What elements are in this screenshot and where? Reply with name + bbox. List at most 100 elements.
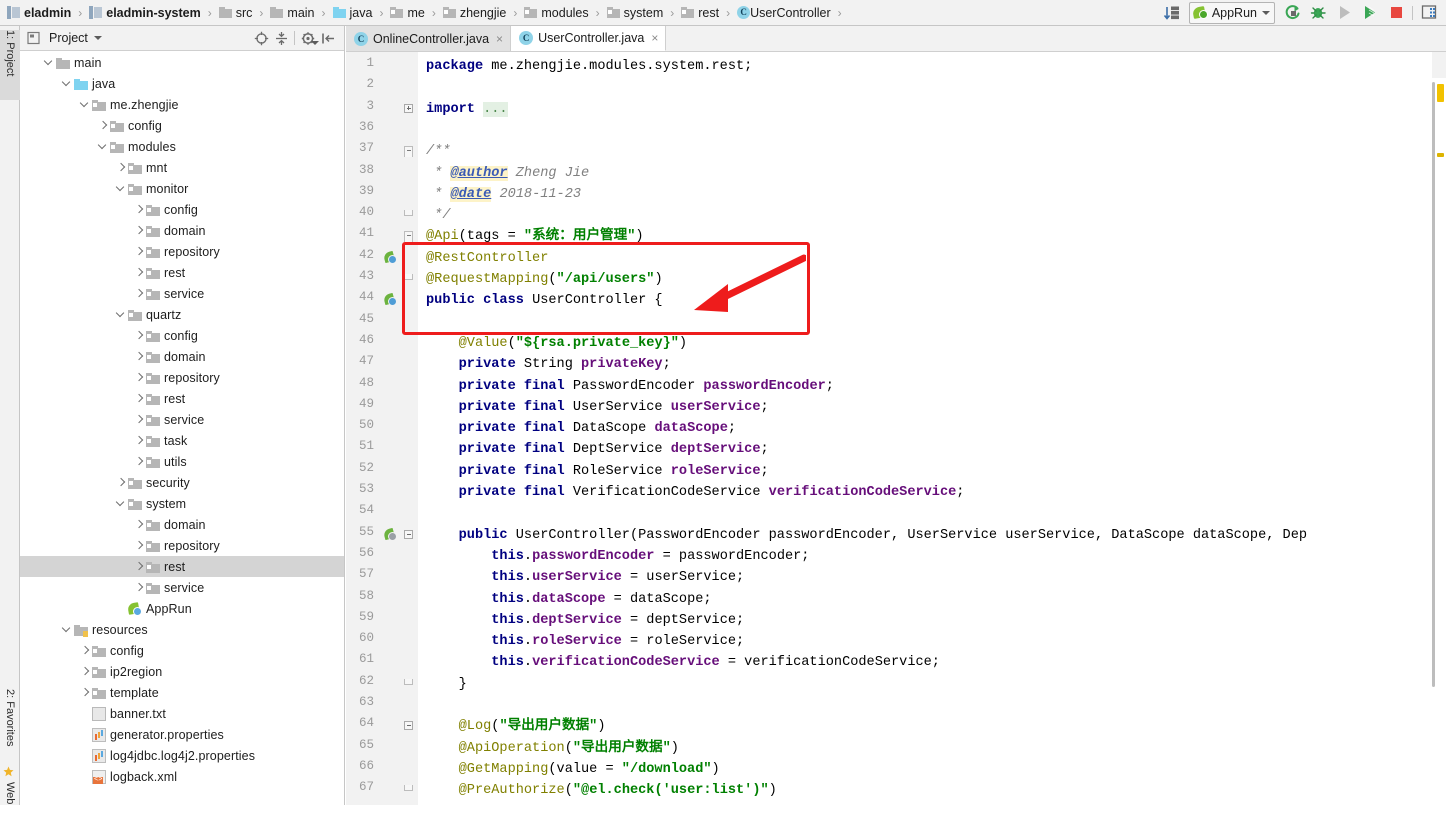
chevron-down-icon[interactable] <box>1262 10 1270 15</box>
tree-node-rest[interactable]: rest <box>20 556 344 577</box>
todo-marker[interactable] <box>1437 153 1444 157</box>
breadcrumb-item-modules[interactable]: modules <box>523 1 589 25</box>
code-fold-handle[interactable] <box>404 678 413 685</box>
tree-node-utils[interactable]: utils <box>20 451 344 472</box>
code-fold-handle[interactable] <box>404 103 413 113</box>
breadcrumb-item-java[interactable]: java <box>332 1 374 25</box>
project-tree[interactable]: main java me.zhengjie config modules mnt monit… <box>20 52 344 804</box>
tree-node-config[interactable]: config <box>20 325 344 346</box>
editor-tab-onlinecontroller-java[interactable]: C OnlineController.java × <box>346 26 512 51</box>
tree-node-ip2region[interactable]: ip2region <box>20 661 344 682</box>
tree-node-generator-properties[interactable]: generator.properties <box>20 724 344 745</box>
chevron-right-icon[interactable] <box>114 161 128 175</box>
chevron-right-icon[interactable] <box>132 434 146 448</box>
tree-node-domain[interactable]: domain <box>20 346 344 367</box>
chevron-right-icon[interactable] <box>132 560 146 574</box>
chevron-right-icon[interactable] <box>132 392 146 406</box>
warning-marker[interactable] <box>1437 84 1444 102</box>
tree-node-config[interactable]: config <box>20 199 344 220</box>
chevron-right-icon[interactable] <box>132 350 146 364</box>
breadcrumb-item-rest[interactable]: rest <box>680 1 720 25</box>
chevron-down-icon[interactable] <box>114 497 128 511</box>
tree-node-domain[interactable]: domain <box>20 220 344 241</box>
tree-node-java[interactable]: java <box>20 73 344 94</box>
tree-node-repository[interactable]: repository <box>20 535 344 556</box>
breadcrumb-item-main[interactable]: main <box>269 1 315 25</box>
spring-bean-icon[interactable] <box>382 250 397 264</box>
tree-node-main[interactable]: main <box>20 52 344 73</box>
close-icon[interactable]: × <box>496 33 503 45</box>
tree-node-task[interactable]: task <box>20 430 344 451</box>
code-fold-handle[interactable] <box>404 785 413 792</box>
breadcrumb-item-eladmin[interactable]: eladmin <box>6 1 72 25</box>
editor-gutter[interactable]: 1 2 3 36 37 38 39 40 41 42 43 44 45 46 47 48 49 50 51 52 53 5… <box>346 52 418 805</box>
tree-node-log4jdbc-log4j2-properties[interactable]: log4jdbc.log4j2.properties <box>20 745 344 766</box>
tree-node-repository[interactable]: repository <box>20 241 344 262</box>
window-layout-icon[interactable] <box>1418 2 1440 24</box>
chevron-right-icon[interactable] <box>132 371 146 385</box>
breadcrumb-item-usercontroller[interactable]: C UserController <box>736 1 832 25</box>
code-text[interactable]: package me.zhengjie.modules.system.rest;… <box>418 52 1446 805</box>
tree-node-security[interactable]: security <box>20 472 344 493</box>
tree-node-template[interactable]: template <box>20 682 344 703</box>
tree-node-modules[interactable]: modules <box>20 136 344 157</box>
chevron-down-icon[interactable] <box>42 56 56 70</box>
chevron-right-icon[interactable] <box>132 329 146 343</box>
stop-square-icon[interactable] <box>1385 2 1407 24</box>
spring-autowired-icon[interactable] <box>382 527 397 541</box>
debug-bug-icon[interactable] <box>1307 2 1329 24</box>
chevron-down-icon[interactable] <box>96 140 110 154</box>
sidebar-item-project[interactable]: 1: Project <box>0 30 20 100</box>
code-fold-handle[interactable] <box>404 721 413 731</box>
sort-numeric-icon[interactable] <box>1161 2 1183 24</box>
code-fold-handle[interactable] <box>404 146 413 158</box>
tree-node-system[interactable]: system <box>20 493 344 514</box>
tree-node-rest[interactable]: rest <box>20 388 344 409</box>
chevron-right-icon[interactable] <box>132 224 146 238</box>
chevron-down-icon[interactable] <box>93 36 102 40</box>
code-viewport[interactable]: 1 2 3 36 37 38 39 40 41 42 43 44 45 46 47 48 49 50 51 52 53 5… <box>346 52 1446 805</box>
chevron-right-icon[interactable] <box>132 518 146 532</box>
tree-node-service[interactable]: service <box>20 577 344 598</box>
editor-tab-usercontroller-java[interactable]: C UserController.java × <box>511 26 667 51</box>
chevron-right-icon[interactable] <box>96 119 110 133</box>
chevron-right-icon[interactable] <box>132 581 146 595</box>
chevron-right-icon[interactable] <box>132 245 146 259</box>
tree-node-monitor[interactable]: monitor <box>20 178 344 199</box>
chevron-right-icon[interactable] <box>114 476 128 490</box>
chevron-right-icon[interactable] <box>132 287 146 301</box>
code-fold-handle[interactable] <box>404 210 413 217</box>
breadcrumb-item-eladmin-system[interactable]: eladmin-system <box>88 1 201 25</box>
close-icon[interactable]: × <box>651 32 658 44</box>
run-icon[interactable] <box>1281 2 1303 24</box>
chevron-right-icon[interactable] <box>78 644 92 658</box>
chevron-right-icon[interactable] <box>78 665 92 679</box>
tree-node-service[interactable]: service <box>20 283 344 304</box>
tree-node-rest[interactable]: rest <box>20 262 344 283</box>
tree-node-me-zhengjie[interactable]: me.zhengjie <box>20 94 344 115</box>
tree-node-config[interactable]: config <box>20 115 344 136</box>
chevron-down-icon[interactable] <box>78 98 92 112</box>
tree-node-mnt[interactable]: mnt <box>20 157 344 178</box>
tree-node-config[interactable]: config <box>20 640 344 661</box>
sidebar-item-web[interactable]: Web <box>0 782 20 822</box>
chevron-right-icon[interactable] <box>132 539 146 553</box>
breadcrumb-item-system[interactable]: system <box>606 1 665 25</box>
code-fold-handle[interactable] <box>404 529 413 539</box>
breadcrumb-item-me[interactable]: me <box>389 1 425 25</box>
code-fold-handle[interactable] <box>404 231 413 243</box>
sidebar-item-favorites[interactable]: 2: Favorites <box>0 689 20 763</box>
breadcrumb-item-src[interactable]: src <box>218 1 254 25</box>
gear-icon[interactable] <box>298 28 319 48</box>
chevron-right-icon[interactable] <box>132 266 146 280</box>
chevron-down-icon[interactable] <box>60 77 74 91</box>
chevron-right-icon[interactable] <box>132 413 146 427</box>
target-crosshair-icon[interactable] <box>251 28 271 48</box>
tree-node-banner-txt[interactable]: banner.txt <box>20 703 344 724</box>
chevron-down-icon[interactable] <box>114 308 128 322</box>
tree-node-apprun[interactable]: AppRun <box>20 598 344 619</box>
tree-node-quartz[interactable]: quartz <box>20 304 344 325</box>
error-stripe-markers[interactable] <box>1432 52 1446 831</box>
tree-node-logback-xml[interactable]: logback.xml <box>20 766 344 787</box>
spring-controller-icon[interactable] <box>382 293 397 307</box>
